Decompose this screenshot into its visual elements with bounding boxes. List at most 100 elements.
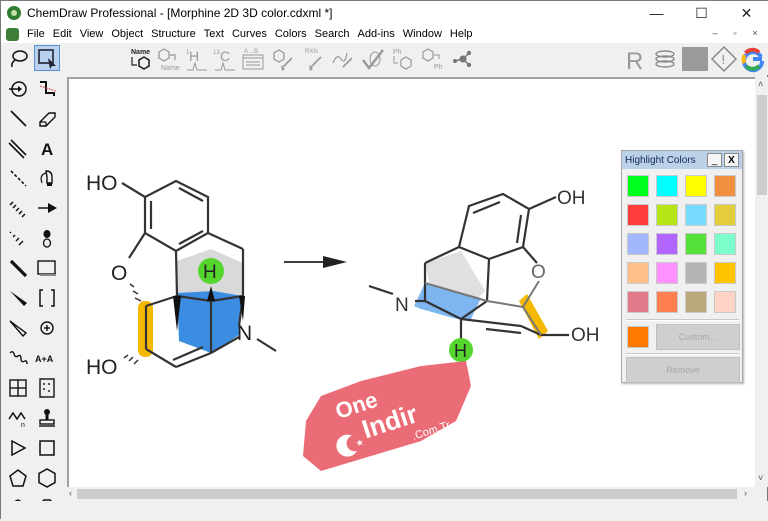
stack-button[interactable]: [651, 45, 679, 73]
color-swatch[interactable]: [656, 233, 678, 255]
bold-bond-tool[interactable]: [5, 255, 31, 281]
panel-minimize-button[interactable]: _: [707, 153, 722, 167]
menu-add-ins[interactable]: Add-ins: [353, 28, 398, 40]
reaction-table-button[interactable]: A→B: [239, 45, 267, 73]
marquee-select-tool[interactable]: [34, 45, 60, 71]
color-swatch[interactable]: [714, 175, 736, 197]
hollow-wedge-tool[interactable]: [5, 315, 31, 341]
horizontal-scroll-thumb[interactable]: [77, 489, 737, 499]
color-swatch[interactable]: [627, 262, 649, 284]
solid-bond-tool[interactable]: [5, 105, 31, 131]
menu-help[interactable]: Help: [446, 28, 477, 40]
doc-minimize-button[interactable]: –: [707, 25, 723, 41]
query-tool[interactable]: A+A: [34, 345, 60, 371]
scroll-down-icon[interactable]: ˅: [758, 473, 763, 483]
vertical-scrollbar[interactable]: ˄ ˅: [755, 77, 768, 487]
cyclobutane-tool[interactable]: [34, 435, 60, 461]
color-swatch[interactable]: [656, 262, 678, 284]
color-swatch[interactable]: [714, 291, 736, 313]
color-swatch[interactable]: [685, 262, 707, 284]
color-swatch[interactable]: [714, 204, 736, 226]
lasso-tool[interactable]: [5, 45, 31, 71]
contract-label-button[interactable]: Ph: [419, 45, 447, 73]
h1-nmr-button[interactable]: H 1: [183, 45, 211, 73]
menu-text[interactable]: Text: [200, 28, 228, 40]
highlight-panel-titlebar[interactable]: Highlight Colors _ X: [622, 151, 742, 169]
charge-tool[interactable]: [34, 315, 60, 341]
rotate-tool[interactable]: [5, 75, 31, 101]
color-swatch[interactable]: [685, 175, 707, 197]
horizontal-scrollbar[interactable]: ‹ ›: [67, 487, 755, 501]
cyclopentane-tool[interactable]: [5, 465, 31, 491]
menu-structure[interactable]: Structure: [147, 28, 200, 40]
wedge-bond-tool[interactable]: [5, 285, 31, 311]
maximize-button[interactable]: ☐: [679, 1, 724, 25]
structure-to-name-button[interactable]: Name: [155, 45, 183, 73]
custom-color-button[interactable]: Custom...: [656, 324, 740, 350]
template-stamp-tool[interactable]: [34, 405, 60, 431]
doc-restore-button[interactable]: ▫: [727, 25, 743, 41]
orbital-tool[interactable]: [34, 225, 60, 251]
bracket-tool[interactable]: [34, 285, 60, 311]
pen-tool[interactable]: [34, 165, 60, 191]
menu-search[interactable]: Search: [311, 28, 354, 40]
polymer-tool[interactable]: n: [5, 405, 31, 431]
gray-panel-button[interactable]: [681, 45, 709, 73]
clean-structure-button[interactable]: [269, 45, 297, 73]
dashed-bond-tool[interactable]: [5, 165, 31, 191]
doc-close-button[interactable]: ×: [747, 25, 763, 41]
minimize-button[interactable]: —: [634, 1, 679, 25]
current-color-swatch[interactable]: [627, 326, 649, 348]
molecule-3d-button[interactable]: [449, 45, 477, 73]
hashed-wedge-tool[interactable]: [5, 225, 31, 251]
menu-curves[interactable]: Curves: [228, 28, 271, 40]
drawing-element-tool[interactable]: [34, 255, 60, 281]
scroll-right-icon[interactable]: ›: [744, 488, 747, 498]
menu-colors[interactable]: Colors: [271, 28, 311, 40]
menu-edit[interactable]: Edit: [49, 28, 76, 40]
tlc-plate-tool[interactable]: [34, 375, 60, 401]
multiple-bond-tool[interactable]: [5, 135, 31, 161]
chain-tool[interactable]: [34, 75, 60, 101]
warning-button[interactable]: !: [710, 45, 738, 73]
wavy-bond-tool[interactable]: [5, 345, 31, 371]
vertical-scroll-thumb[interactable]: [757, 95, 767, 195]
menu-file[interactable]: File: [23, 28, 49, 40]
menu-view[interactable]: View: [76, 28, 108, 40]
color-swatch[interactable]: [685, 233, 707, 255]
close-button[interactable]: ✕: [724, 1, 768, 25]
color-swatch[interactable]: [656, 204, 678, 226]
clean-biopolymer-button[interactable]: [329, 45, 357, 73]
color-swatch[interactable]: [714, 233, 736, 255]
expand-label-button[interactable]: Ph: [389, 45, 417, 73]
menu-window[interactable]: Window: [399, 28, 446, 40]
document-icon[interactable]: [6, 27, 19, 41]
text-tool[interactable]: A: [34, 135, 60, 161]
color-swatch[interactable]: [685, 204, 707, 226]
color-swatch[interactable]: [685, 291, 707, 313]
clean-reaction-button[interactable]: RXN: [299, 45, 327, 73]
color-swatch[interactable]: [627, 291, 649, 313]
scroll-up-icon[interactable]: ˄: [758, 79, 763, 89]
color-swatch[interactable]: [627, 204, 649, 226]
menu-object[interactable]: Object: [107, 28, 147, 40]
remove-highlight-button[interactable]: Remove: [626, 357, 740, 383]
color-swatch[interactable]: [656, 175, 678, 197]
color-swatch[interactable]: [656, 291, 678, 313]
c13-nmr-button[interactable]: C 13: [211, 45, 239, 73]
cyclopropane-tool[interactable]: [5, 435, 31, 461]
hashed-bond-tool[interactable]: [5, 195, 31, 221]
name-to-structure-button[interactable]: Name: [127, 45, 155, 73]
scroll-left-icon[interactable]: ‹: [69, 488, 72, 498]
table-tool[interactable]: [5, 375, 31, 401]
google-search-button[interactable]: [739, 45, 767, 73]
panel-close-button[interactable]: X: [724, 153, 739, 167]
color-swatch[interactable]: [627, 233, 649, 255]
cyclohexane-tool[interactable]: [34, 465, 60, 491]
check-structure-button[interactable]: [359, 45, 387, 73]
color-swatch[interactable]: [714, 262, 736, 284]
arrow-tool[interactable]: [34, 195, 60, 221]
color-swatch[interactable]: [627, 175, 649, 197]
eraser-tool[interactable]: [34, 105, 60, 131]
r-group-button[interactable]: R: [621, 45, 649, 73]
